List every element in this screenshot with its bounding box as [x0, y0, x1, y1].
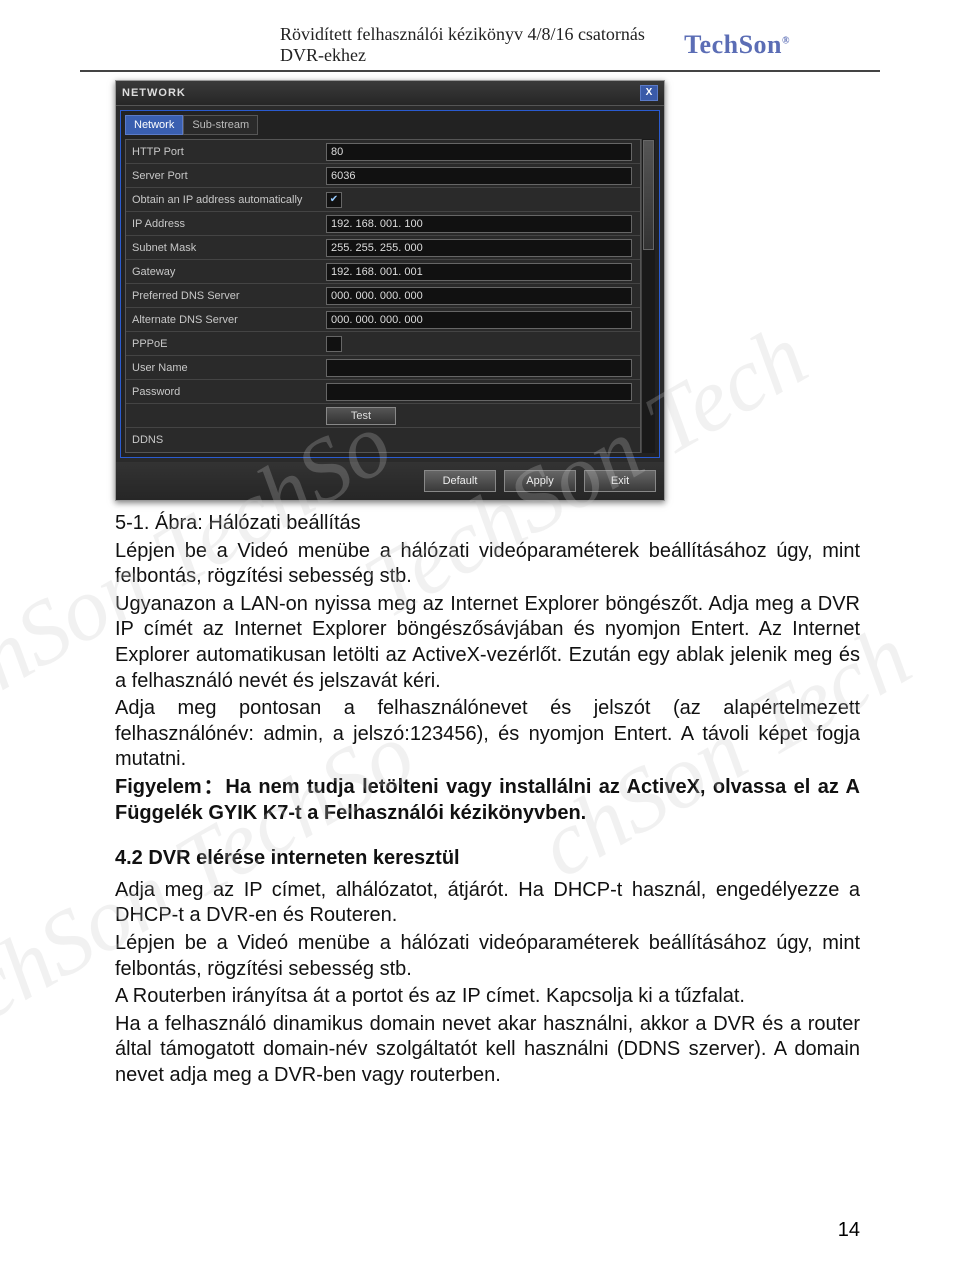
label-user-name: User Name — [126, 362, 326, 374]
scroll-thumb[interactable] — [643, 140, 654, 250]
input-password[interactable] — [326, 383, 632, 401]
tabs: Network Sub-stream — [125, 115, 655, 135]
label-ddns: DDNS — [126, 434, 326, 446]
dialog-titlebar: NETWORK X — [116, 81, 664, 106]
paragraph: Lépjen be a Videó menübe a hálózati vide… — [115, 539, 860, 590]
label-alt-dns: Alternate DNS Server — [126, 314, 326, 326]
paragraph: Lépjen be a Videó menübe a hálózati vide… — [115, 931, 860, 982]
close-button[interactable]: X — [640, 85, 658, 101]
label-http-port: HTTP Port — [126, 146, 326, 158]
header-title: Rövidített felhasználói kézikönyv 4/8/16… — [280, 24, 684, 66]
input-ip-address[interactable]: 192. 168. 001. 100 — [326, 215, 632, 233]
exit-button[interactable]: Exit — [584, 470, 656, 492]
paragraph: A Routerben irányítsa át a portot és az … — [115, 984, 860, 1010]
body-content: 5-1. Ábra: Hálózati beállítás Lépjen be … — [115, 511, 860, 1088]
logo: TechSon® — [684, 30, 790, 60]
paragraph: Ugyanazon a LAN-on nyissa meg az Interne… — [115, 592, 860, 694]
input-http-port[interactable]: 80 — [326, 143, 632, 161]
form-panel: HTTP Port80 Server Port6036 Obtain an IP… — [125, 139, 641, 453]
paragraph: Ha a felhasználó dinamikus domain nevet … — [115, 1012, 860, 1089]
input-server-port[interactable]: 6036 — [326, 167, 632, 185]
network-dialog: NETWORK X Network Sub-stream HTTP Port80… — [115, 80, 665, 501]
paragraph: Adja meg pontosan a felhasználónevet és … — [115, 696, 860, 773]
label-gateway: Gateway — [126, 266, 326, 278]
label-obtain-ip: Obtain an IP address automatically — [126, 194, 326, 206]
input-subnet-mask[interactable]: 255. 255. 255. 000 — [326, 239, 632, 257]
label-pref-dns: Preferred DNS Server — [126, 290, 326, 302]
paragraph: Adja meg az IP címet, alhálózatot, átjár… — [115, 878, 860, 929]
input-user-name[interactable] — [326, 359, 632, 377]
label-pppoe: PPPoE — [126, 338, 326, 350]
scrollbar[interactable] — [641, 139, 655, 453]
label-ip-address: IP Address — [126, 218, 326, 230]
label-server-port: Server Port — [126, 170, 326, 182]
tab-substream[interactable]: Sub-stream — [183, 115, 258, 135]
checkbox-pppoe[interactable] — [326, 336, 342, 352]
input-alt-dns[interactable]: 000. 000. 000. 000 — [326, 311, 632, 329]
checkbox-obtain-ip[interactable]: ✔ — [326, 192, 342, 208]
test-button[interactable]: Test — [326, 407, 396, 425]
section-heading: 4.2 DVR elérése interneten keresztül — [115, 846, 860, 872]
input-pref-dns[interactable]: 000. 000. 000. 000 — [326, 287, 632, 305]
input-gateway[interactable]: 192. 168. 001. 001 — [326, 263, 632, 281]
paragraph-warning: Figyelem：Ha nem tudja letölteni vagy ins… — [115, 775, 860, 826]
default-button[interactable]: Default — [424, 470, 496, 492]
page-number: 14 — [838, 1219, 860, 1242]
apply-button[interactable]: Apply — [504, 470, 576, 492]
dialog-footer: Default Apply Exit — [116, 462, 664, 500]
label-password: Password — [126, 386, 326, 398]
page-header: Rövidített felhasználói kézikönyv 4/8/16… — [80, 0, 880, 72]
label-subnet-mask: Subnet Mask — [126, 242, 326, 254]
dialog-title: NETWORK — [122, 87, 186, 99]
figure-caption: 5-1. Ábra: Hálózati beállítás — [115, 511, 860, 537]
tab-network[interactable]: Network — [125, 115, 183, 135]
